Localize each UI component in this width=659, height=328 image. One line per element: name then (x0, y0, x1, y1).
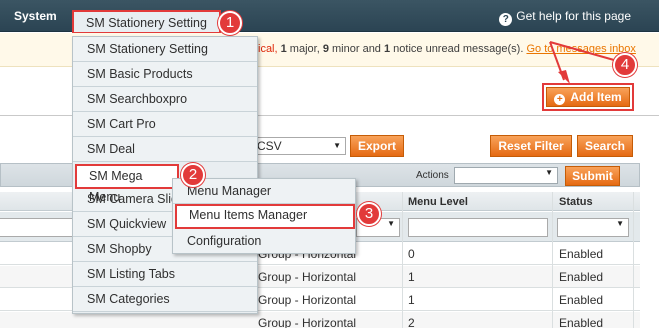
add-item-label: Add Item (570, 90, 622, 104)
filter-input-id[interactable] (0, 218, 76, 237)
submenu-item-configuration[interactable]: Configuration (173, 229, 355, 254)
help-link[interactable]: ? Get help for this page (499, 0, 631, 32)
notice-minor-label: minor and (328, 43, 384, 55)
chevron-down-icon: ▼ (333, 141, 341, 150)
filter-input-menu-level[interactable] (408, 218, 548, 237)
callout-step-1: 1 (218, 11, 242, 35)
cell-status: Enabled (559, 316, 604, 328)
menu-item-sm-deal[interactable]: SM Deal (73, 137, 257, 162)
column-divider (402, 192, 403, 328)
column-divider (633, 192, 634, 328)
cell-status: Enabled (559, 293, 604, 307)
menu-item-sm-basic-products[interactable]: SM Basic Products (73, 62, 257, 87)
add-item-button[interactable]: + Add Item (546, 87, 630, 107)
cell-level: 2 (408, 316, 415, 328)
search-button[interactable]: Search (577, 135, 633, 157)
filter-select-status[interactable]: ▼ (557, 218, 629, 237)
menu-item-sm-mega-menu[interactable]: SM Mega Menu (75, 164, 179, 204)
actions-select[interactable]: ▼ (454, 167, 558, 184)
callout-step-3: 3 (357, 202, 381, 226)
cell-level: 1 (408, 270, 415, 284)
top-navigation: System SM Stationery Setting ? Get help f… (0, 0, 659, 34)
notice-critical-fragment: ical, (258, 43, 281, 55)
column-menu-level[interactable]: Menu Level (408, 196, 468, 208)
menu-item-sm-listing-tabs[interactable]: SM Listing Tabs (73, 262, 257, 287)
export-format-value: CSV (257, 139, 282, 153)
cell-group: Group - Horizontal (258, 293, 357, 307)
help-icon: ? (499, 13, 513, 26)
menu-item-sm-stationery-setting[interactable]: SM Stationery Setting (73, 37, 257, 62)
callout-step-2: 2 (181, 163, 205, 187)
nav-system[interactable]: System (14, 0, 57, 32)
notice-major-label: major, (286, 43, 323, 55)
cell-level: 1 (408, 293, 415, 307)
column-status[interactable]: Status (559, 196, 593, 208)
cell-group: Group - Horizontal (258, 270, 357, 284)
cell-status: Enabled (559, 247, 604, 261)
reset-filter-button[interactable]: Reset Filter (490, 135, 572, 157)
export-format-select[interactable]: CSV ▼ (254, 137, 346, 155)
submit-button[interactable]: Submit (565, 166, 620, 186)
submenu-item-menu-items-manager[interactable]: Menu Items Manager (175, 204, 355, 229)
cell-level: 0 (408, 247, 415, 261)
nav-sm-stationery-setting[interactable]: SM Stationery Setting (72, 10, 221, 34)
mega-menu-submenu: Menu Manager Menu Items Manager Configur… (172, 178, 356, 254)
cell-group: Group - Horizontal (258, 316, 357, 328)
menu-item-sm-searchboxpro[interactable]: SM Searchboxpro (73, 87, 257, 112)
export-button[interactable]: Export (350, 135, 404, 157)
plus-icon: + (554, 94, 566, 105)
chevron-down-icon: ▼ (616, 219, 624, 228)
cell-status: Enabled (559, 270, 604, 284)
actions-label: Actions (416, 170, 449, 181)
sm-stationery-dropdown: SM Stationery Setting SM Basic Products … (72, 36, 258, 314)
table-row[interactable]: Group - Horizontal 2 Enabled (0, 312, 640, 328)
arrow-pointer-icon (549, 41, 615, 84)
help-label: Get help for this page (516, 9, 631, 23)
chevron-down-icon: ▼ (387, 219, 395, 228)
menu-item-sm-categories[interactable]: SM Categories (73, 287, 257, 312)
column-divider (552, 192, 553, 328)
chevron-down-icon: ▼ (545, 168, 553, 177)
notice-notice-label: notice unread message(s). (390, 43, 527, 55)
menu-item-sm-cart-pro[interactable]: SM Cart Pro (73, 112, 257, 137)
